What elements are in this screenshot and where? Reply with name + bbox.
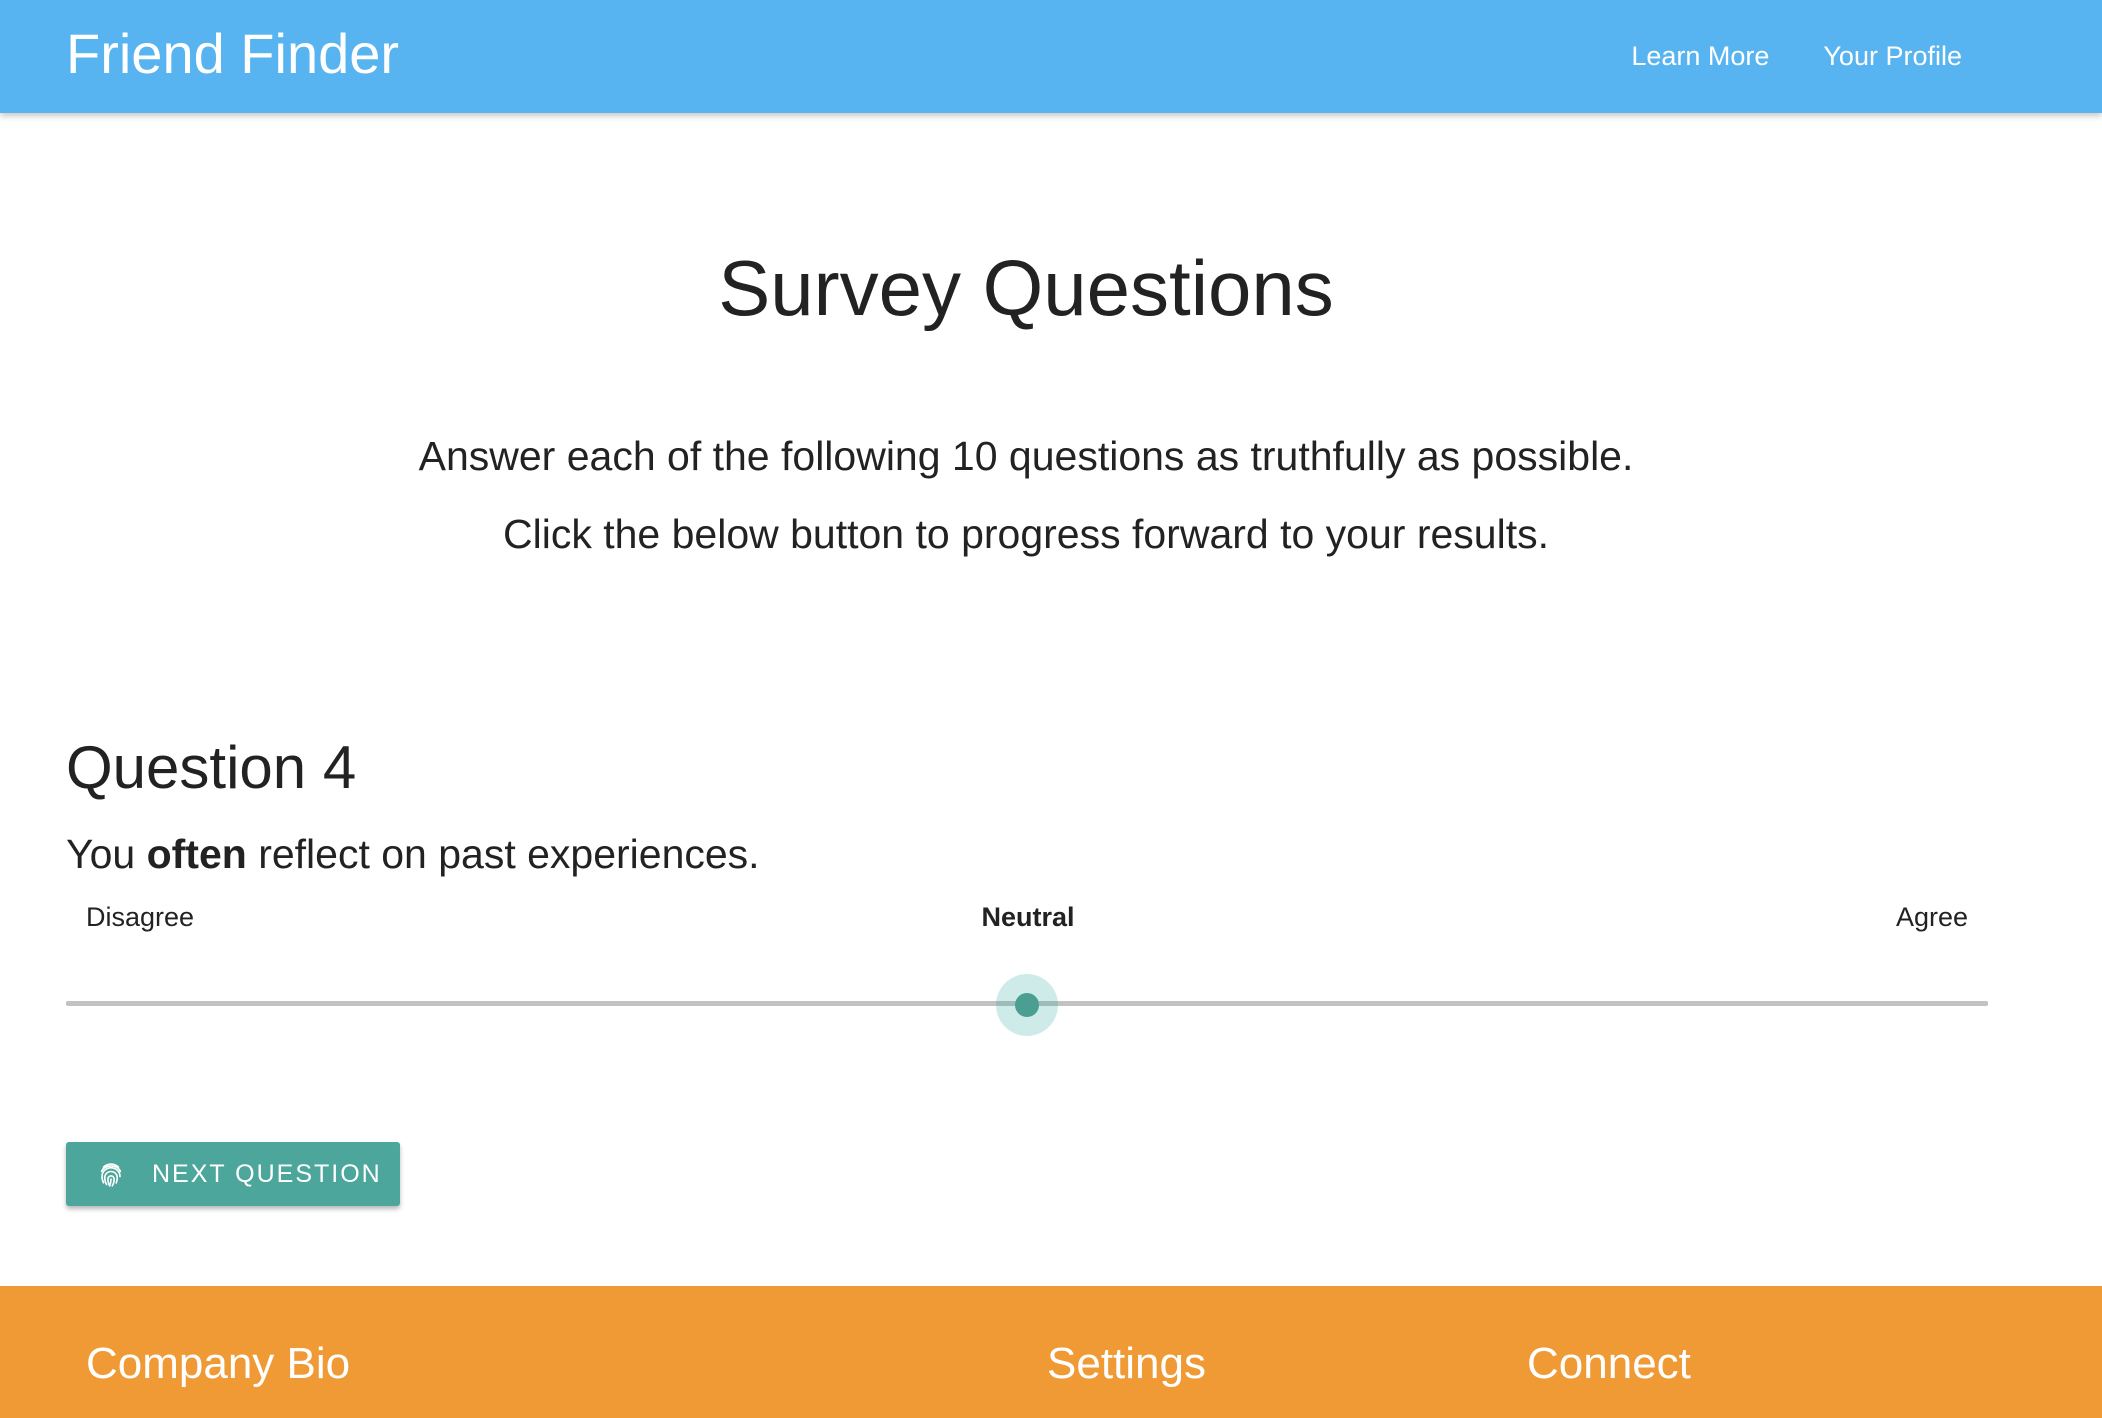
question-text: You often reflect on past experiences. [66, 828, 760, 880]
nav-link-learn-more[interactable]: Learn More [1631, 41, 1769, 72]
question-text-after: reflect on past experiences. [246, 831, 760, 877]
footer-heading-connect: Connect [1527, 1339, 1691, 1388]
question-text-emphasis: often [146, 831, 247, 877]
footer-heading-company-bio: Company Bio [86, 1339, 351, 1388]
nav-links: Learn More Your Profile [1631, 0, 1962, 113]
slider-thumb[interactable] [1015, 993, 1039, 1017]
top-navbar: Friend Finder Learn More Your Profile [0, 0, 2102, 113]
scale-label-disagree: Disagree [86, 902, 195, 932]
question-title: Question 4 [66, 734, 357, 801]
scale-label-agree: Agree [1895, 902, 1968, 932]
footer-heading-settings: Settings [1047, 1339, 1206, 1388]
answer-slider[interactable] [66, 968, 1988, 1038]
next-question-button[interactable]: NEXT QUESTION [66, 1142, 400, 1206]
intro-line-1: Answer each of the following 10 question… [418, 433, 1634, 479]
page-title: Survey Questions [718, 244, 1334, 332]
intro-line-2: Click the below button to progress forwa… [503, 511, 1549, 557]
next-question-label: NEXT QUESTION [152, 1159, 382, 1188]
scale-label-neutral: Neutral [981, 902, 1075, 932]
brand-logo[interactable]: Friend Finder [66, 22, 399, 86]
fingerprint-icon [96, 1159, 126, 1189]
question-text-before: You [66, 831, 147, 877]
page-footer: Company Bio Settings Connect [0, 1286, 2102, 1418]
nav-link-your-profile[interactable]: Your Profile [1823, 41, 1962, 72]
